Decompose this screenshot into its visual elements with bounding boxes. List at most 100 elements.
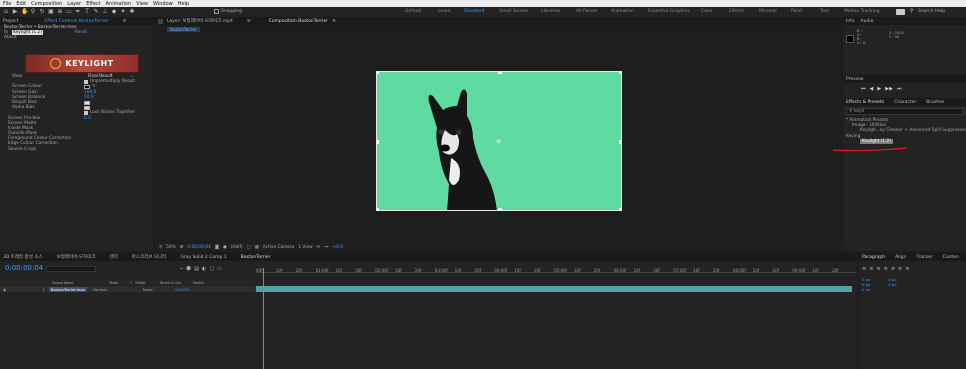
menu-composition[interactable]: Composition	[31, 1, 62, 7]
clone-tool-icon[interactable]: ⊥	[102, 9, 108, 15]
first-frame-icon[interactable]: ⏮	[861, 86, 866, 92]
eraser-tool-icon[interactable]: ◆	[111, 9, 117, 15]
render-icon[interactable]: ⟳	[317, 245, 321, 250]
pen-tool-icon[interactable]: ✒	[75, 9, 81, 15]
transform-handle[interactable]	[498, 72, 502, 74]
search-icon[interactable]: ⚲	[910, 8, 914, 14]
lock-biases-checkbox[interactable]	[84, 110, 88, 115]
rectangle-tool-icon[interactable]: ▭	[66, 9, 72, 15]
pan-behind-tool-icon[interactable]: ⊕	[57, 9, 63, 15]
tab-character[interactable]: Character	[894, 100, 916, 105]
prev-frame-icon[interactable]: ◀	[870, 86, 874, 92]
timeline-search-input[interactable]	[46, 266, 96, 272]
menu-help[interactable]: Help	[178, 1, 189, 7]
zoom-tool-icon[interactable]: ⚲	[30, 9, 36, 15]
menu-edit[interactable]: Edit	[16, 1, 26, 7]
last-frame-icon[interactable]: ⏭	[897, 86, 902, 92]
time-ruler[interactable]: 00f 10f 20f 01:00f 10f 20f 02:00f 10f 20f 03:00f 1…	[256, 268, 856, 280]
camera-tool-icon[interactable]: ▣	[48, 9, 54, 15]
grid-icon[interactable]: ⊞	[180, 245, 184, 250]
justify-left-icon[interactable]: ≡	[884, 266, 888, 272]
workspace-motion-tracking[interactable]: Motion Tracking	[844, 9, 879, 14]
brush-tool-icon[interactable]: ✎	[93, 9, 99, 15]
lock-icon[interactable]: ≡	[247, 19, 251, 24]
graph-editor-icon[interactable]: ▢	[209, 266, 214, 272]
menu-file[interactable]: File	[3, 1, 11, 7]
workspace-default[interactable]: Default	[405, 9, 421, 14]
resolution-dropdown[interactable]: (Half)	[231, 245, 243, 250]
tab-paragraph[interactable]: Paragraph	[862, 255, 885, 260]
first-line-indent-value[interactable]: 0 px	[862, 287, 870, 292]
align-left-icon[interactable]: ≡	[862, 266, 866, 272]
tab-tracker[interactable]: Tracker	[916, 255, 932, 260]
panel-menu-icon[interactable]: ≡	[332, 19, 336, 24]
justify-center-icon[interactable]: ≡	[891, 266, 895, 272]
source-crops-group[interactable]: Source Crops	[0, 147, 153, 152]
workspace-effects[interactable]: Effects	[729, 9, 744, 14]
screen-mode-icon[interactable]	[896, 8, 905, 15]
layer-mode-dropdown[interactable]: Normal	[93, 287, 107, 292]
home-icon[interactable]: ⌂	[3, 9, 9, 15]
menu-effect[interactable]: Effect	[86, 1, 100, 7]
despill-bias-swatch[interactable]	[84, 100, 90, 105]
anchor-point-icon[interactable]: ⊕	[496, 138, 501, 145]
zoom-dropdown[interactable]: 50%	[166, 245, 176, 250]
panel-menu-icon[interactable]: ≡	[123, 19, 127, 24]
workspace-color[interactable]: Color	[701, 9, 713, 14]
transparency-grid-icon[interactable]: ▩	[255, 245, 259, 250]
tab-effects-presets[interactable]: Effects & Presets	[846, 100, 884, 105]
transform-handle[interactable]	[619, 72, 621, 74]
tab-comp-1[interactable]: 3D 트래킹 합성 소스	[3, 254, 43, 260]
workspace-text[interactable]: Text	[820, 9, 829, 14]
eye-icon[interactable]: ◉	[3, 287, 6, 292]
layer-parent-dropdown[interactable]: None	[143, 287, 153, 292]
workspace-standard[interactable]: Standard	[464, 9, 484, 14]
motion-blur-icon[interactable]: ◐	[202, 266, 206, 272]
tab-composition[interactable]: Composition BostonTerrier	[269, 19, 328, 24]
reset-button[interactable]: Reset	[75, 30, 87, 35]
workspace-essential-graphics[interactable]: Essential Graphics	[648, 9, 689, 14]
align-center-icon[interactable]: ≡	[869, 266, 873, 272]
effects-search-input[interactable]: ⚲ keyli	[846, 108, 964, 115]
next-frame-icon[interactable]: ▶▶	[885, 86, 893, 92]
transform-handle[interactable]	[377, 208, 379, 210]
workspace-paint[interactable]: Paint	[791, 9, 802, 14]
tab-effect-controls[interactable]: Effect Controls BostonTerrier	[44, 19, 108, 24]
flowchart-icon[interactable]: ⊶	[324, 245, 328, 250]
draft-3d-icon[interactable]: ⌁	[180, 266, 183, 272]
menu-view[interactable]: View	[136, 1, 148, 7]
selection-tool-icon[interactable]: ▶	[12, 9, 18, 15]
timeline-current-time[interactable]: 0:00:00:04	[5, 264, 43, 272]
workspace-all-panels[interactable]: All Panels	[576, 9, 598, 14]
justify-right-icon[interactable]: ≡	[898, 266, 902, 272]
tab-preview[interactable]: Preview	[846, 77, 864, 82]
workspace-small-screen[interactable]: Small Screen	[499, 9, 528, 14]
puppet-tool-icon[interactable]: ✱	[129, 9, 135, 15]
shy-icon[interactable]: ☻	[186, 266, 191, 272]
hand-tool-icon[interactable]: ✋	[21, 9, 28, 15]
space-after-value[interactable]: 0 px	[888, 282, 896, 287]
transform-handle[interactable]	[377, 140, 379, 144]
workspace-minimal[interactable]: Minimal	[759, 9, 777, 14]
tree-item-keylight[interactable]: Keylight (1.2)	[846, 139, 966, 144]
green-screen-footage[interactable]: ⊕	[376, 71, 622, 211]
tab-content[interactable]: Conten	[943, 255, 959, 260]
current-time-field[interactable]: 0:00:00:04	[187, 245, 210, 250]
color-channel-icon[interactable]: ●	[223, 245, 227, 250]
layer-name[interactable]: BostonTerrier.mov	[48, 286, 88, 292]
transform-handle[interactable]	[619, 140, 621, 144]
tab-project[interactable]: Project	[3, 19, 18, 24]
type-tool-icon[interactable]: T	[84, 9, 90, 15]
frame-blend-icon[interactable]: ▤	[194, 266, 199, 272]
exposure-value[interactable]: +0.0	[333, 245, 343, 250]
workspace-learn[interactable]: Learn	[438, 9, 451, 14]
transform-handle[interactable]	[498, 208, 502, 210]
tab-comp-3[interactable]: 렌더	[110, 254, 118, 260]
layer-stretch-value[interactable]: 100.0%	[175, 287, 189, 292]
screen-preblur-value[interactable]: 0.0	[84, 116, 91, 121]
layer-duration-bar[interactable]	[256, 286, 852, 292]
workspace-libraries[interactable]: Libraries	[541, 9, 560, 14]
menu-window[interactable]: Window	[153, 1, 173, 7]
views-dropdown[interactable]: 1 View	[298, 245, 312, 250]
magnifier-icon[interactable]: ⚲	[159, 245, 162, 250]
